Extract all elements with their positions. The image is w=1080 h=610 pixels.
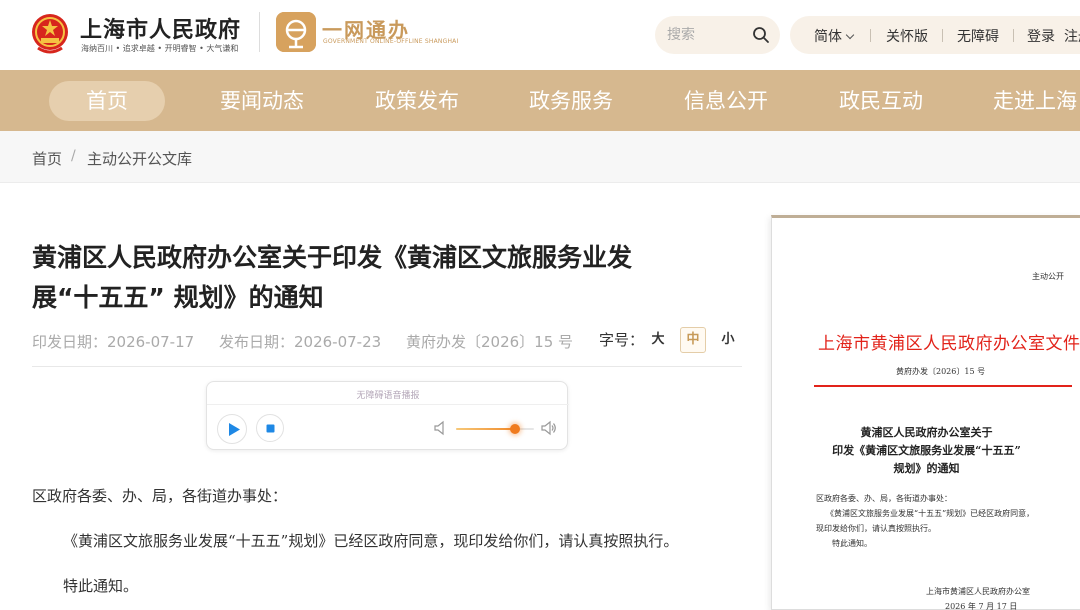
nav-item-shanghai[interactable]: 走进上海 (993, 81, 1077, 121)
doc-title-line3: 规划》的通知 (893, 462, 960, 475)
doc-body-line2: 现印发给你们，请认真按照执行。 (816, 524, 936, 533)
volume-low-icon[interactable] (434, 420, 448, 436)
search-icon[interactable] (752, 26, 770, 44)
doc-salutation: 区政府各委、办、局，各街道办事处： (816, 494, 952, 503)
link-separator (870, 29, 871, 42)
doc-title-line1: 黄浦区人民政府办公室关于 (860, 426, 993, 439)
document-preview[interactable]: 主动公开 上海市黄浦区人民政府办公室文件 黄府办发〔2026〕15 号 黄浦区人… (771, 215, 1080, 610)
ywtb-subtitle: GOVERNMENT ONLINE-OFFLINE SHANGHAI (323, 38, 459, 45)
paragraph-salutation: 区政府各委、办、局，各街道办事处： (32, 487, 288, 505)
language-simplified-dropdown[interactable]: 简体 (814, 26, 855, 46)
volume-slider-knob[interactable] (509, 424, 520, 434)
nav-item-policy[interactable]: 政策发布 (375, 81, 459, 121)
article-title-line1: 黄浦区人民政府办公室关于印发《黄浦区文旅服务业发 (32, 243, 633, 272)
chevron-down-icon (845, 30, 855, 40)
play-button[interactable] (217, 414, 247, 444)
nav-item-services[interactable]: 政务服务 (529, 81, 613, 121)
breadcrumb-separator: / (71, 148, 76, 164)
nav-item-home[interactable]: 首页 (49, 81, 165, 121)
search-box (655, 16, 780, 54)
logo-divider (259, 12, 260, 52)
login-link[interactable]: 登录 (1027, 26, 1055, 46)
font-size-small-button[interactable]: 小 (715, 327, 741, 353)
doc-red-line (814, 385, 1072, 387)
paragraph-closing: 特此通知。 (63, 577, 139, 595)
link-separator (1013, 29, 1014, 42)
font-size-large-button[interactable]: 大 (645, 327, 671, 353)
doc-tag: 主动公开 (1032, 272, 1064, 281)
font-size-medium-button[interactable]: 中 (680, 327, 706, 353)
breadcrumb: 首页 / 主动公开公文库 (0, 131, 1080, 183)
language-label: 简体 (814, 29, 842, 45)
publish-date: 发布日期：2026-07-23 (219, 333, 382, 351)
breadcrumb-current[interactable]: 主动公开公文库 (87, 148, 192, 169)
doc-date: 2026 年 7 月 17 日 (945, 602, 1018, 610)
care-mode-link[interactable]: 关怀版 (886, 26, 928, 46)
volume-high-icon[interactable] (541, 420, 557, 436)
search-input[interactable] (667, 24, 747, 46)
doc-number: 黄府办发〔2026〕15 号 (406, 333, 574, 351)
player-title: 无障碍语音播报 (356, 391, 420, 401)
volume-slider[interactable] (456, 424, 534, 434)
nav-item-news[interactable]: 要闻动态 (220, 81, 304, 121)
print-date: 印发日期：2026-07-17 (32, 333, 195, 351)
doc-number: 黄府办发〔2026〕15 号 (896, 367, 986, 376)
site-slogan: 海纳百川 • 追求卓越 • 开明睿智 • 大气谦和 (81, 44, 239, 53)
nav-item-interaction[interactable]: 政民互动 (839, 81, 923, 121)
doc-signature: 上海市黄浦区人民政府办公室 (926, 587, 1030, 596)
nav-item-info[interactable]: 信息公开 (684, 81, 768, 121)
doc-header: 上海市黄浦区人民政府办公室文件 (818, 334, 1080, 354)
link-separator (942, 29, 943, 42)
stop-icon (266, 424, 275, 433)
play-icon (229, 423, 240, 436)
paragraph-body: 《黄浦区文旅服务业发展“十五五”规划》已经区政府同意，现印发给你们，请认真按照执… (63, 532, 679, 550)
article-title: 黄浦区人民政府办公室关于印发《黄浦区文旅服务业发 展“十五五” 规划》的通知 (32, 238, 692, 318)
top-links: 简体 关怀版 无障碍 登录 注册 (790, 16, 1080, 54)
doc-title-line2: 印发《黄浦区文旅服务业发展“十五五” (832, 444, 1021, 457)
accessible-link[interactable]: 无障碍 (957, 26, 999, 46)
volume-slider-fill (456, 428, 515, 430)
site-header: 上海市人民政府 海纳百川 • 追求卓越 • 开明睿智 • 大气谦和 一网通办 G… (0, 0, 1080, 70)
main-nav: 首页 要闻动态 政策发布 政务服务 信息公开 政民互动 走进上海 (0, 70, 1080, 131)
national-emblem-icon[interactable] (30, 12, 70, 54)
stop-button[interactable] (256, 414, 284, 442)
audio-player: 无障碍语音播报 (206, 381, 569, 450)
article-title-line2: 展“十五五” 规划》的通知 (32, 283, 324, 312)
font-size-label: 字号： (599, 331, 645, 349)
doc-closing: 特此通知。 (832, 539, 872, 548)
doc-body-line1: 《黄浦区文旅服务业发展“十五五”规划》已经区政府同意， (826, 509, 1035, 518)
ywtb-logo-icon[interactable] (276, 12, 316, 52)
breadcrumb-home[interactable]: 首页 (32, 148, 62, 169)
register-link[interactable]: 注册 (1064, 26, 1080, 46)
meta-divider (32, 366, 742, 367)
player-divider (207, 404, 569, 405)
site-title[interactable]: 上海市人民政府 (80, 12, 241, 44)
